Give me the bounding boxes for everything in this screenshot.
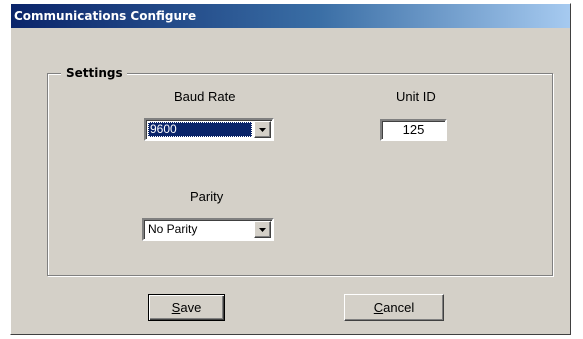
baud-rate-value: 9600 [148,122,252,137]
settings-group-label: Settings [61,65,127,81]
save-button[interactable]: Save [148,294,225,321]
dialog-title: Communications Configure [14,9,197,23]
dialog-titlebar[interactable]: Communications Configure [11,4,570,28]
cancel-button[interactable]: Cancel [344,294,444,321]
settings-groupbox [47,73,553,276]
cancel-button-label: ancel [383,300,415,315]
save-button-label: ave [180,300,202,315]
parity-select[interactable]: No Parity [142,218,274,241]
parity-value: No Parity [148,222,198,236]
baud-rate-label: Baud Rate [174,89,236,104]
unit-id-input[interactable]: 125 [380,119,447,141]
chevron-down-icon [259,228,266,232]
chevron-down-icon [259,128,266,132]
baud-rate-select[interactable]: 9600 [144,118,274,141]
unit-id-label: Unit ID [396,89,436,104]
baud-rate-dropdown-button[interactable] [254,121,271,138]
communications-configure-dialog: Communications Configure Settings Baud R… [10,3,571,335]
cancel-button-mnemonic: C [373,300,384,315]
parity-dropdown-button[interactable] [254,221,271,238]
parity-label: Parity [190,189,224,204]
